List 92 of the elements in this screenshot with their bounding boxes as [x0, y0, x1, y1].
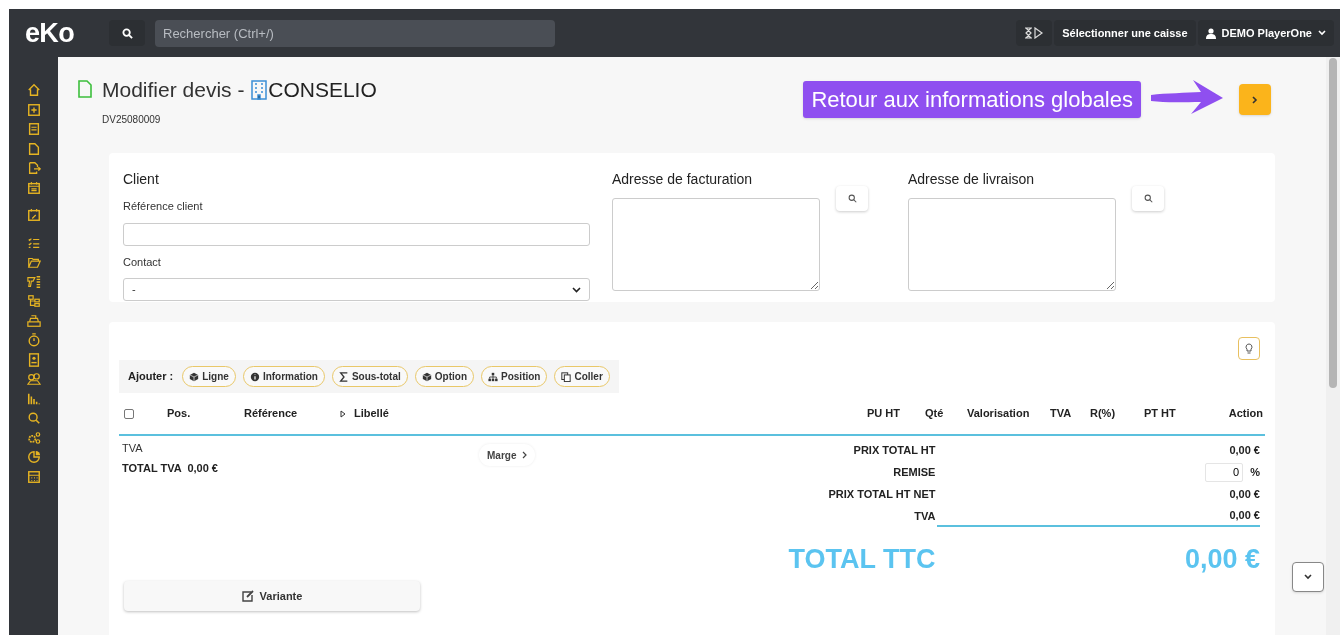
column-header[interactable]: PT HT: [1144, 405, 1176, 422]
column-header[interactable]: Pos.: [167, 405, 191, 422]
chevron-down-icon: [1304, 574, 1312, 580]
grand-total-value: 0,00 €: [1184, 543, 1260, 576]
chevron-down-icon: [1318, 30, 1326, 36]
total-value: 0,00 €: [1229, 486, 1260, 502]
column-header[interactable]: Qté: [925, 405, 944, 422]
column-header[interactable]: TVA: [1050, 405, 1072, 422]
add-button[interactable]: Coller: [554, 366, 610, 387]
scroll-down-button[interactable]: [1292, 562, 1324, 592]
chevron-right-icon: [522, 451, 528, 459]
scrollbar-thumb[interactable]: [1329, 58, 1337, 388]
home-icon[interactable]: [26, 83, 41, 97]
add-label: Ajouter :: [128, 369, 174, 385]
chevron-right-icon: [1252, 95, 1258, 104]
select-field[interactable]: -: [123, 278, 590, 301]
add-button[interactable]: Option: [414, 366, 474, 387]
total-label: TVA: [913, 508, 936, 524]
total-label: PRIX TOTAL HT: [852, 442, 936, 458]
address-field[interactable]: [612, 198, 820, 291]
column-header[interactable]: Libellé: [354, 405, 389, 422]
column-header[interactable]: Action: [1228, 405, 1263, 422]
document-export-icon[interactable]: [26, 161, 41, 175]
pie-chart-icon[interactable]: [26, 450, 41, 464]
margin-button[interactable]: Marge: [479, 444, 536, 466]
cash-register-icon[interactable]: [26, 313, 41, 328]
info-icon: [249, 371, 260, 382]
calendar-edit-icon[interactable]: [26, 208, 41, 222]
logo[interactable]: eKo: [25, 17, 74, 48]
calculator-icon[interactable]: [26, 469, 41, 484]
receipt-icon[interactable]: [26, 122, 41, 136]
edit-icon: [241, 590, 254, 602]
copy-icon: [561, 371, 572, 382]
lightbulb-icon: [1245, 343, 1253, 354]
add-button[interactable]: Position: [481, 366, 548, 387]
calendar-icon[interactable]: [26, 180, 41, 195]
sitemap-icon: [488, 371, 498, 382]
column-header[interactable]: PU HT: [867, 405, 900, 422]
search-icon[interactable]: [26, 411, 41, 425]
contact-card-icon[interactable]: [26, 352, 41, 367]
select-all-checkbox[interactable]: [124, 408, 134, 419]
client-name[interactable]: CONSELIO: [268, 74, 377, 106]
plus-square-icon[interactable]: [26, 102, 41, 117]
document-icon: [78, 80, 92, 98]
total-value: 0,00 €: [1229, 507, 1260, 523]
section-heading: Adresse de facturation: [612, 170, 754, 189]
add-button[interactable]: Sous-total: [331, 366, 408, 387]
quote-number: DV25080009: [102, 112, 162, 127]
column-header[interactable]: R(%): [1090, 405, 1116, 422]
user-menu-button[interactable]: DEMO PlayerOne: [1197, 20, 1334, 46]
hierarchy-icon[interactable]: [26, 294, 41, 308]
cube-icon: [189, 371, 200, 382]
timer-button[interactable]: [1016, 20, 1053, 46]
vat-heading: TVA: [122, 441, 144, 456]
column-header[interactable]: Référence: [244, 405, 298, 422]
search-button[interactable]: [109, 20, 145, 46]
column-header[interactable]: Valorisation: [967, 405, 1030, 422]
hint-button[interactable]: [1238, 337, 1260, 360]
section-heading: Client: [123, 170, 160, 189]
add-button[interactable]: Information: [242, 366, 325, 387]
unit-label: %: [1250, 464, 1260, 480]
field-label: Référence client: [123, 199, 204, 214]
callout-label: Retour aux informations globales: [803, 81, 1141, 118]
chevron-down-icon: [572, 286, 581, 293]
address-field[interactable]: [908, 198, 1116, 291]
search-icon: [121, 27, 133, 39]
vat-total: TOTAL TVA 0,00 €: [122, 460, 219, 476]
add-button[interactable]: Ligne: [182, 366, 236, 387]
hourglass-play-icon: [1024, 27, 1045, 39]
folder-icon[interactable]: [26, 255, 41, 269]
field-label: Contact: [123, 254, 162, 270]
caret-right-icon: [340, 409, 346, 418]
total-label: TOTAL TTC: [787, 543, 936, 576]
variant-button[interactable]: Variante: [124, 581, 420, 611]
page-title: Modifier devis -: [102, 77, 246, 103]
document-icon[interactable]: [26, 141, 41, 156]
section-heading: Adresse de livraison: [908, 170, 1036, 189]
sigma-icon: [338, 371, 349, 382]
total-value: 0,00 €: [1229, 442, 1260, 458]
stopwatch-icon[interactable]: [26, 333, 41, 347]
user-icon: [1205, 27, 1216, 39]
bar-chart-icon[interactable]: [26, 391, 41, 406]
total-label: PRIX TOTAL HT NET: [827, 486, 936, 502]
text-field[interactable]: [123, 222, 590, 246]
search-field[interactable]: Rechercher (Ctrl+/): [155, 19, 555, 47]
cube-icon: [421, 371, 432, 382]
search-icon: [1143, 194, 1153, 203]
cash-register-button[interactable]: Sélectionner une caisse: [1054, 20, 1196, 46]
discount-field[interactable]: 0: [1205, 462, 1244, 482]
total-label: REMISE: [892, 464, 936, 480]
building-icon: [250, 79, 269, 100]
search-icon: [847, 194, 857, 203]
